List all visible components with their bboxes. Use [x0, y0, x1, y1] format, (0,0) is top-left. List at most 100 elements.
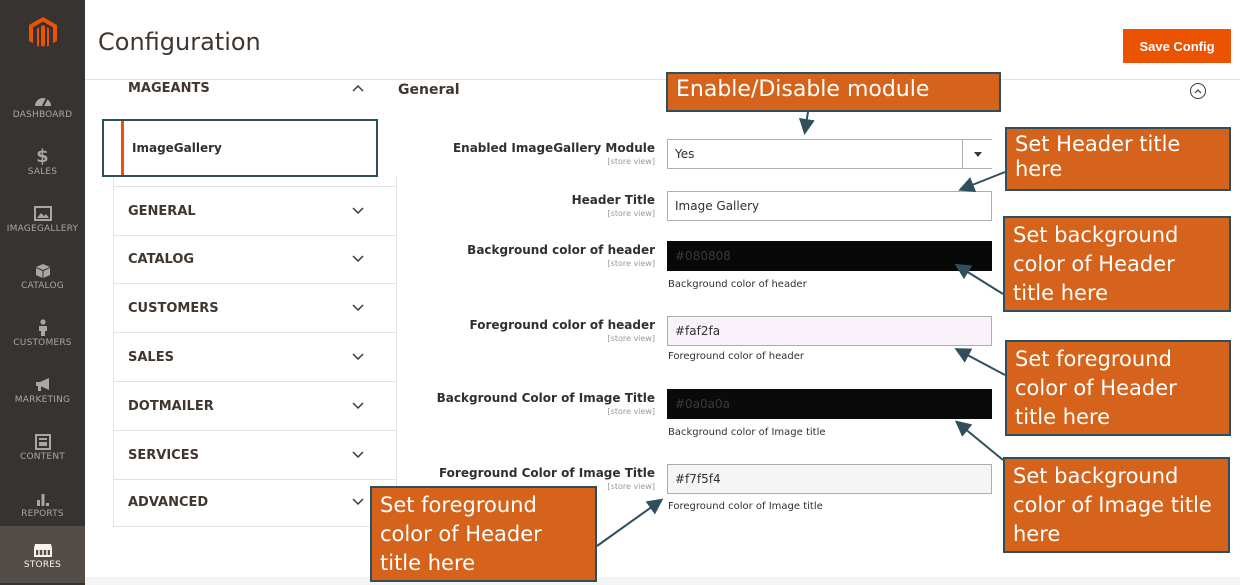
nav-sales[interactable]: $ SALES	[0, 133, 85, 190]
field-scope: [store view]	[607, 157, 655, 166]
nav-reports[interactable]: REPORTS	[0, 475, 85, 532]
field-note: Background color of Image title	[668, 427, 826, 438]
tab-imagegallery-label: ImageGallery	[132, 141, 222, 155]
tab-group-label: SERVICES	[128, 447, 199, 463]
field-scope: [store view]	[607, 209, 655, 218]
nav-label: CATALOG	[21, 280, 64, 291]
field-scope: [store view]	[607, 334, 655, 343]
image-icon	[33, 204, 52, 224]
enabled-module-select[interactable]: Yes	[667, 139, 992, 169]
callout-enable-module: Enable/Disable module	[666, 72, 1001, 112]
nav-label: DASHBOARD	[12, 109, 73, 120]
header-background-color-input[interactable]: #080808	[667, 241, 992, 271]
field-scope: [store view]	[607, 482, 655, 491]
field-label: Foreground color of header	[469, 318, 656, 332]
input-value: #f7f5f4	[675, 472, 721, 486]
box-icon	[35, 261, 51, 281]
arrow-image-background	[954, 420, 1004, 461]
tab-group-label: CUSTOMERS	[128, 300, 219, 316]
tab-imagegallery[interactable]: ImageGallery	[102, 119, 378, 177]
tab-group-advanced[interactable]: ADVANCED	[113, 478, 396, 526]
nav-label: REPORTS	[21, 508, 64, 519]
field-note: Foreground color of Image title	[668, 501, 823, 512]
field-label: Background Color of Image Title	[436, 391, 655, 405]
input-value: #080808	[675, 249, 731, 263]
callout-header-background: Set background color of Header title her…	[1003, 216, 1231, 312]
arrow-image-foreground	[596, 498, 664, 547]
tabs-border	[113, 526, 396, 527]
tab-group-label: MAGEANTS	[128, 80, 210, 96]
tab-group-label: DOTMAILER	[128, 398, 214, 414]
field-scope: [store view]	[607, 259, 655, 268]
tab-group-mageants[interactable]: MAGEANTS	[113, 66, 396, 110]
field-label: Header Title	[571, 193, 655, 207]
input-value: Image Gallery	[675, 199, 760, 213]
arrow-header-foreground	[954, 348, 1006, 376]
nav-content[interactable]: CONTENT	[0, 418, 85, 475]
tab-group-sales[interactable]: SALES	[113, 333, 396, 382]
layout-icon	[34, 432, 51, 452]
callout-header-foreground: Set foreground color of Header title her…	[1005, 340, 1231, 436]
tab-group-label: CATALOG	[128, 251, 195, 267]
store-icon	[33, 540, 53, 560]
field-scope: [store view]	[607, 407, 655, 416]
dashboard-icon	[34, 90, 52, 110]
bar-chart-icon	[35, 489, 51, 509]
nav-customers[interactable]: CUSTOMERS	[0, 304, 85, 361]
tab-group-customers[interactable]: CUSTOMERS	[113, 284, 396, 333]
callout-image-background: Set background color of Image title here	[1003, 457, 1230, 553]
nav-label: CONTENT	[20, 451, 65, 462]
collapse-toggle-icon[interactable]	[1190, 83, 1206, 99]
nav-label: SALES	[27, 166, 58, 177]
arrow-enable	[798, 111, 815, 135]
chevron-down-icon	[350, 350, 366, 364]
tab-group-general[interactable]: GENERAL	[113, 186, 396, 236]
page-title: Configuration	[98, 28, 261, 56]
chevron-down-icon	[350, 495, 366, 509]
tab-group-label: ADVANCED	[128, 494, 209, 510]
field-label: Enabled ImageGallery Module	[452, 141, 655, 155]
select-value: Yes	[675, 147, 695, 161]
nav-marketing[interactable]: MARKETING	[0, 361, 85, 418]
dropdown-arrow-icon[interactable]	[962, 140, 992, 168]
tab-group-services[interactable]: SERVICES	[113, 431, 396, 480]
section-title[interactable]: General	[398, 82, 460, 98]
tab-group-label: GENERAL	[128, 203, 196, 219]
nav-label: MARKETING	[14, 394, 71, 405]
nav-catalog[interactable]: CATALOG	[0, 247, 85, 304]
callout-image-foreground: Set foreground color of Header title her…	[370, 486, 597, 582]
image-title-foreground-color-input[interactable]: #f7f5f4	[667, 464, 992, 494]
header-title-input[interactable]: Image Gallery	[667, 191, 992, 221]
image-title-background-color-input[interactable]: #0a0a0a	[667, 389, 992, 419]
field-label: Background color of header	[467, 243, 655, 257]
field-note: Background color of header	[668, 279, 807, 290]
nav-imagegallery[interactable]: IMAGEGALLERY	[0, 190, 85, 247]
megaphone-icon	[34, 375, 52, 395]
chevron-up-icon	[350, 81, 366, 95]
save-config-button[interactable]: Save Config	[1123, 29, 1231, 63]
nav-dashboard[interactable]: DASHBOARD	[0, 76, 85, 133]
chevron-down-icon	[350, 204, 366, 218]
tab-group-dotmailer[interactable]: DOTMAILER	[113, 382, 396, 431]
callout-header-title: Set Header title here	[1005, 127, 1231, 191]
magento-logo-icon	[28, 17, 57, 47]
magento-logo[interactable]	[0, 0, 85, 66]
footer-strip	[85, 577, 1240, 585]
nav-label: CUSTOMERS	[13, 337, 72, 348]
field-note: Foreground color of header	[668, 351, 804, 362]
chevron-down-icon	[350, 399, 366, 413]
tabs-border	[396, 177, 397, 527]
header-foreground-color-input[interactable]: #faf2fa	[667, 316, 992, 346]
person-icon	[37, 318, 49, 338]
nav-label: IMAGEGALLERY	[6, 223, 79, 234]
admin-sidebar: DASHBOARD $ SALES IMAGEGALLERY CATALOG C…	[0, 0, 85, 585]
input-value: #0a0a0a	[675, 397, 731, 411]
input-value: #faf2fa	[675, 324, 721, 338]
field-label: Foreground Color of Image Title	[438, 466, 655, 480]
tab-group-label: SALES	[128, 349, 174, 365]
tab-group-catalog[interactable]: CATALOG	[113, 235, 396, 284]
chevron-down-icon	[350, 252, 366, 266]
nav-label: STORES	[23, 559, 62, 570]
chevron-down-icon	[350, 301, 366, 315]
nav-stores[interactable]: STORES	[0, 526, 85, 583]
